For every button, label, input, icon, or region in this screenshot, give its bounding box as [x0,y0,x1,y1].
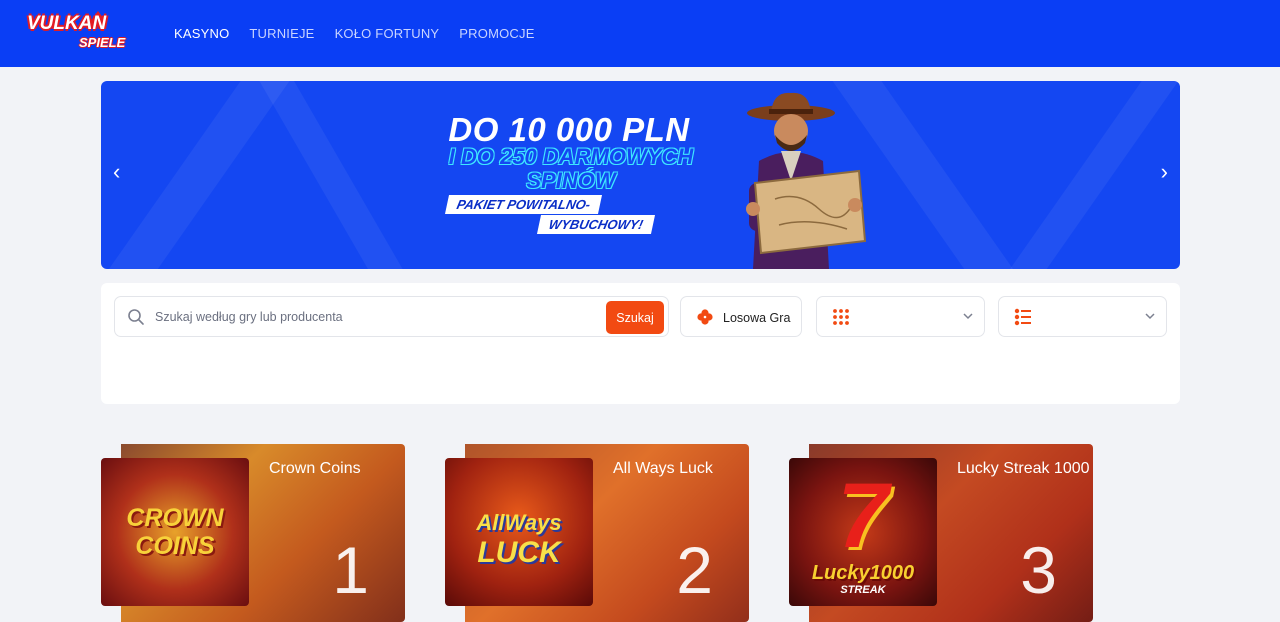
game-card-lucky-streak-1000[interactable]: 7 Lucky1000 STREAK Lucky Streak 1000 3 [789,444,1093,622]
game-rank: 2 [676,533,713,607]
logo-main-text: VULKAN [27,13,107,34]
thumb-title-1: 7 [837,465,889,567]
search-icon [128,309,144,325]
clover-icon [697,309,713,325]
category-dropdown[interactable] [816,296,985,337]
chevron-down-icon [963,313,973,320]
search-panel: Szukaj Losowa Gra [101,283,1180,404]
banner-prev-icon[interactable]: ‹ [113,159,120,185]
game-card-all-ways-luck[interactable]: AllWays LUCK All Ways Luck 2 [445,444,749,622]
search-input[interactable] [155,305,595,329]
nav-item-promocje[interactable]: PROMOCJE [459,26,534,41]
game-title[interactable]: Lucky Streak 1000 [957,460,1090,478]
thumb-title-2: COINS [135,532,215,560]
banner-tag-2: WYBUCHOWY! [536,215,655,234]
game-title[interactable]: Crown Coins [269,460,361,478]
promo-banner[interactable]: ‹ › DO 10 000 PLN I DO 250 DARMOWYCH SPI… [101,81,1180,269]
cowboy-character-image [746,92,867,269]
thumb-title-1: AllWays [476,510,562,535]
banner-next-icon[interactable]: › [1161,159,1168,185]
game-rank: 1 [332,533,369,607]
nav-item-kolo-fortuny[interactable]: KOŁO FORTUNY [335,26,440,41]
top-header: VULKAN SPIELE KASYNO TURNIEJE KOŁO FORTU… [0,0,1280,67]
provider-dropdown[interactable] [998,296,1167,337]
logo-sub-text: SPIELE [79,35,126,50]
thumb-title-3: STREAK [840,584,886,596]
random-game-button[interactable]: Losowa Gra [680,296,802,337]
vulkan-spiele-logo[interactable]: VULKAN SPIELE [27,11,139,53]
thumb-title-1: CROWN [126,504,224,532]
game-card-crown-coins[interactable]: CROWN COINS Crown Coins 1 [101,444,405,622]
game-thumbnail[interactable]: 7 Lucky1000 STREAK [789,458,937,606]
main-nav: KASYNO TURNIEJE KOŁO FORTUNY PROMOCJE [174,26,535,41]
game-rank: 3 [1020,533,1057,607]
thumb-title-2: LUCK [477,536,561,569]
game-title[interactable]: All Ways Luck [613,460,713,478]
game-thumbnail[interactable]: CROWN COINS [101,458,249,606]
thumb-title-2: Lucky1000 [811,562,915,584]
chevron-down-icon [1145,313,1155,320]
nav-item-kasyno[interactable]: KASYNO [174,26,229,41]
nav-item-turnieje[interactable]: TURNIEJE [249,26,314,41]
banner-tag-1: PAKIET POWITALNO- [444,195,603,214]
game-thumbnail[interactable]: AllWays LUCK [445,458,593,606]
grid-dots-icon [833,309,849,325]
search-box: Szukaj [114,296,669,337]
random-game-label: Losowa Gra [723,311,791,325]
list-icon [1014,308,1031,326]
search-button[interactable]: Szukaj [606,301,664,334]
